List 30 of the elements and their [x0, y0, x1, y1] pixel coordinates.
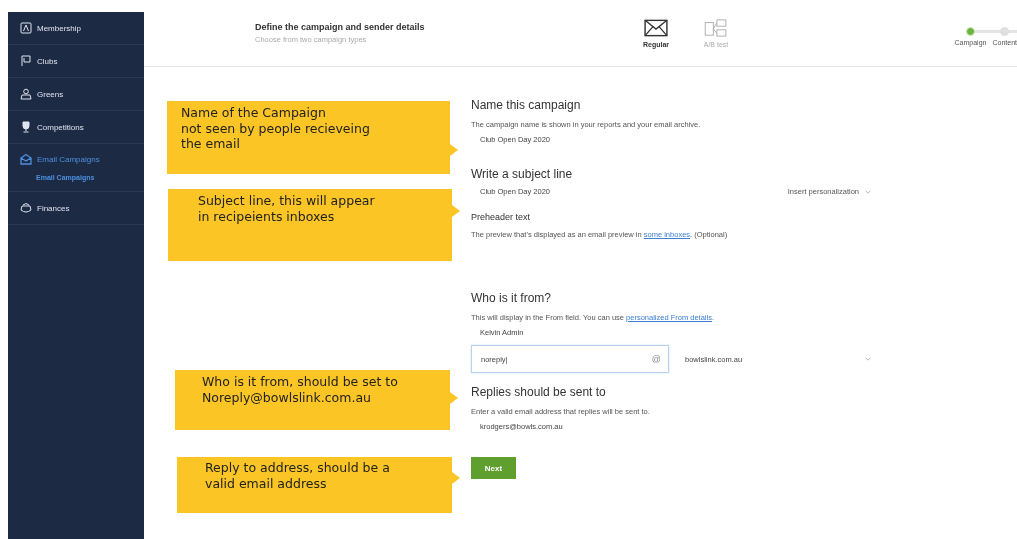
- sidebar-item[interactable]: Clubs: [8, 45, 144, 78]
- section-heading: Replies should be sent to: [471, 385, 607, 399]
- split-test-icon: [704, 18, 728, 37]
- sidebar-item[interactable]: Greens: [8, 78, 144, 111]
- section-heading: Write a subject line: [471, 167, 574, 181]
- sidebar-item[interactable]: Email Campaigns: [8, 144, 144, 174]
- callout-pointer: [450, 392, 458, 404]
- trophy-icon: [20, 121, 32, 133]
- section-heading: Who is it from?: [471, 291, 552, 305]
- flag-icon: [20, 55, 32, 67]
- sidebar-item[interactable]: Membership: [8, 12, 144, 45]
- callout-pointer: [450, 144, 458, 156]
- id-card-icon: [20, 22, 32, 34]
- section-heading: Name this campaign: [471, 98, 582, 112]
- callout-note: Subject line, this will appear in recipeients inboxes: [168, 189, 452, 261]
- chevron-down-icon: [865, 357, 871, 361]
- envelope-icon: [644, 18, 668, 37]
- field-label: Preheader text: [471, 212, 532, 222]
- callout-note: Reply to address, should be a valid email address: [177, 457, 452, 513]
- envelope-icon: [20, 153, 32, 165]
- callout-note: Who is it from, should be set to Noreply@bowlslink.com.au: [175, 370, 450, 430]
- person-icon: [20, 88, 32, 100]
- page-title: Define the campaign and sender details: [255, 22, 426, 32]
- callout-pointer: [452, 472, 460, 484]
- callout-pointer: [452, 205, 460, 217]
- sidebar-item[interactable]: Competitions: [8, 111, 144, 144]
- bag-icon: [20, 202, 32, 214]
- callout-note: Name of the Campaign not seen by people recieveing the email: [167, 101, 450, 174]
- chevron-down-icon: [865, 189, 871, 194]
- sidebar-item[interactable]: Finances: [8, 192, 144, 225]
